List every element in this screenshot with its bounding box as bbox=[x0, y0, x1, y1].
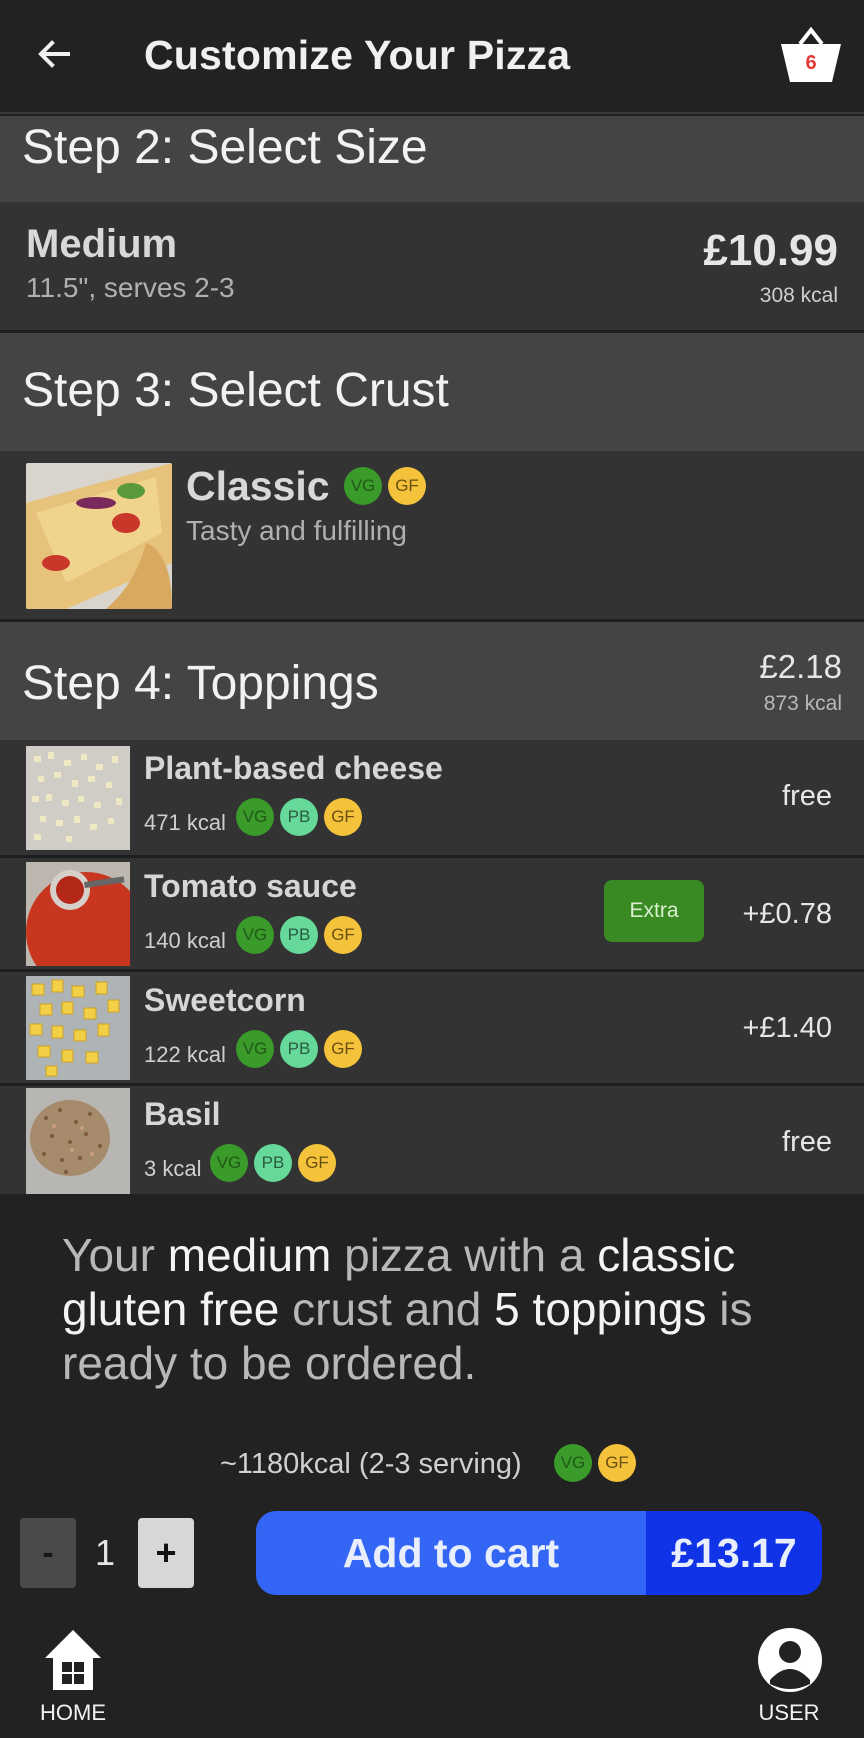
basket-count-badge: 6 bbox=[805, 52, 817, 74]
crust-diet-badges: VG GF bbox=[344, 467, 426, 505]
size-description: 11.5", serves 2-3 bbox=[26, 272, 235, 303]
sweetcorn-image bbox=[26, 976, 130, 1080]
crust-name: Classic bbox=[186, 463, 330, 509]
topping-kcal: 471 kcal bbox=[144, 810, 226, 835]
topping-price: +£0.78 bbox=[742, 898, 832, 930]
gluten-free-badge: GF bbox=[388, 467, 426, 505]
toppings-step-header: Step 4: Toppings £2.18 873 kcal bbox=[0, 622, 864, 740]
nav-user[interactable]: USER bbox=[746, 1626, 832, 1736]
vegetarian-badge: VG bbox=[236, 1030, 274, 1068]
crust-step-header: Step 3: Select Crust bbox=[0, 333, 864, 451]
topping-diet-badges: VG PB GF bbox=[236, 798, 362, 836]
crust-step-title: Step 3: Select Crust bbox=[22, 364, 449, 417]
topping-kcal: 140 kcal bbox=[144, 928, 226, 953]
home-icon bbox=[45, 1630, 101, 1690]
gluten-free-badge: GF bbox=[324, 916, 362, 954]
topping-price: +£1.40 bbox=[742, 1012, 832, 1044]
gluten-free-badge: GF bbox=[324, 798, 362, 836]
order-summary-text: Your medium pizza with a classic gluten … bbox=[62, 1228, 842, 1390]
cart-price: £13.17 bbox=[646, 1511, 822, 1595]
toppings-step-title: Step 4: Toppings bbox=[22, 657, 379, 710]
crust-description: Tasty and fulfilling bbox=[186, 515, 408, 546]
quantity-decrease-button[interactable]: - bbox=[20, 1518, 76, 1588]
topping-row[interactable]: Sweetcorn 122 kcal VG PB GF +£1.40 bbox=[0, 972, 864, 1083]
topping-name: Sweetcorn bbox=[144, 982, 306, 1018]
quantity-increase-button[interactable]: + bbox=[138, 1518, 194, 1588]
plant-based-badge: PB bbox=[280, 1030, 318, 1068]
selected-size-row[interactable]: Medium 11.5", serves 2-3 £10.99 308 kcal bbox=[0, 202, 864, 330]
gluten-free-badge: GF bbox=[598, 1444, 636, 1482]
topping-name: Plant-based cheese bbox=[144, 750, 443, 786]
user-icon bbox=[758, 1628, 822, 1692]
add-to-cart-button[interactable]: Add to cart £13.17 bbox=[256, 1511, 822, 1595]
vegetarian-badge: VG bbox=[236, 916, 274, 954]
nav-home[interactable]: HOME bbox=[30, 1626, 116, 1736]
size-step-title: Step 2: Select Size bbox=[22, 121, 428, 174]
size-step-header: Step 2: Select Size bbox=[0, 116, 864, 202]
selected-crust-row[interactable]: Classic Tasty and fulfilling VG GF bbox=[0, 451, 864, 619]
nav-user-label: USER bbox=[758, 1700, 820, 1725]
topping-diet-badges: VG PB GF bbox=[236, 916, 362, 954]
topping-name: Tomato sauce bbox=[144, 868, 357, 904]
topping-diet-badges: VG PB GF bbox=[210, 1144, 336, 1182]
plant-based-badge: PB bbox=[280, 916, 318, 954]
topping-row[interactable]: Basil 3 kcal VG PB GF free bbox=[0, 1086, 864, 1194]
plant-based-cheese-image bbox=[26, 746, 130, 850]
topping-diet-badges: VG PB GF bbox=[236, 1030, 362, 1068]
summary-size: medium bbox=[167, 1229, 332, 1281]
toppings-total-kcal: 873 kcal bbox=[763, 692, 842, 715]
app-bar: Customize Your Pizza 6 bbox=[0, 0, 864, 114]
vegetarian-badge: VG bbox=[210, 1144, 248, 1182]
topping-kcal: 3 kcal bbox=[144, 1156, 202, 1181]
topping-kcal: 122 kcal bbox=[144, 1042, 226, 1067]
topping-price: free bbox=[782, 1126, 832, 1158]
nav-home-label: HOME bbox=[40, 1700, 106, 1725]
total-kcal: ~1180kcal (2-3 serving) bbox=[220, 1448, 522, 1480]
back-arrow-icon[interactable] bbox=[34, 34, 74, 74]
vegetarian-badge: VG bbox=[344, 467, 382, 505]
toppings-total-price: £2.18 bbox=[759, 648, 842, 685]
topping-row[interactable]: Tomato sauce 140 kcal VG PB GF Extra +£0… bbox=[0, 858, 864, 969]
gluten-free-badge: GF bbox=[298, 1144, 336, 1182]
vegetarian-badge: VG bbox=[554, 1444, 592, 1482]
summary-text: crust and bbox=[279, 1283, 495, 1335]
vegetarian-badge: VG bbox=[236, 798, 274, 836]
add-to-cart-label: Add to cart bbox=[256, 1511, 646, 1595]
page-title: Customize Your Pizza bbox=[144, 32, 571, 78]
topping-price: free bbox=[782, 780, 832, 812]
bottom-navigation: HOME USER bbox=[0, 1612, 864, 1738]
summary-text: Your bbox=[62, 1229, 168, 1281]
summary-text: pizza with a bbox=[331, 1229, 598, 1281]
topping-row[interactable]: Plant-based cheese 471 kcal VG PB GF fre… bbox=[0, 740, 864, 855]
plant-based-badge: PB bbox=[280, 798, 318, 836]
summary-topping-count: 5 toppings bbox=[494, 1283, 707, 1335]
extra-button[interactable]: Extra bbox=[604, 880, 704, 942]
plant-based-badge: PB bbox=[254, 1144, 292, 1182]
total-diet-badges: VG GF bbox=[554, 1444, 636, 1482]
size-kcal: 308 kcal bbox=[759, 284, 838, 307]
crust-image bbox=[26, 463, 172, 609]
basil-image bbox=[26, 1088, 130, 1194]
quantity-value: 1 bbox=[94, 1532, 116, 1573]
tomato-sauce-image bbox=[26, 862, 130, 966]
size-name: Medium bbox=[26, 222, 178, 266]
topping-name: Basil bbox=[144, 1096, 221, 1132]
size-price: £10.99 bbox=[703, 226, 838, 275]
gluten-free-badge: GF bbox=[324, 1030, 362, 1068]
